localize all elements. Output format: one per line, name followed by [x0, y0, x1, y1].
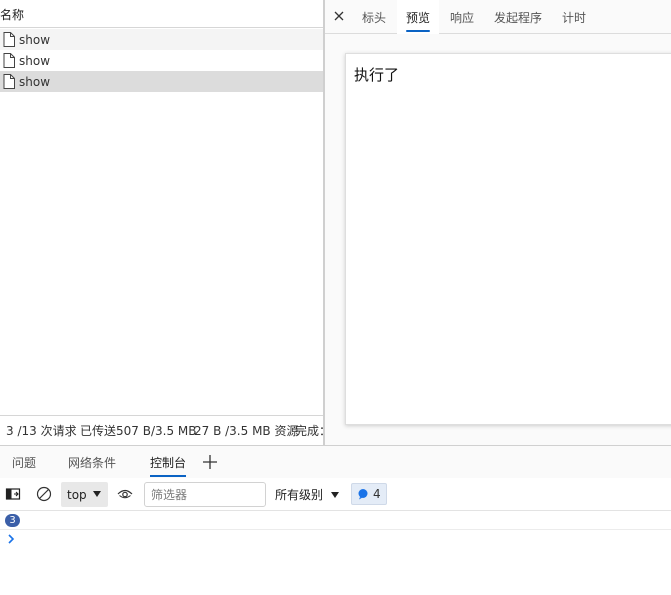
console-output: 3 — [0, 511, 671, 595]
caret-down-icon — [93, 491, 101, 497]
name-column-header[interactable]: 名称 — [0, 0, 323, 28]
tab-headers[interactable]: 标头 — [357, 0, 391, 34]
tab-network-conditions[interactable]: 网络条件 — [68, 446, 116, 478]
message-icon — [358, 489, 368, 500]
request-row-selected[interactable]: show — [0, 71, 323, 92]
console-message: 3 — [0, 511, 671, 530]
request-list-panel: 名称 show show show 3 /13 次请求 已传送507 B/3.5… — [0, 0, 323, 441]
file-icon — [3, 53, 15, 68]
file-icon — [3, 74, 15, 89]
tab-issues[interactable]: 问题 — [12, 446, 36, 478]
preview-text: 执行了 — [354, 66, 400, 84]
log-level-selector[interactable]: 所有级别 — [275, 482, 347, 507]
request-name: show — [19, 53, 51, 68]
sidebar-toggle-icon[interactable] — [5, 486, 21, 502]
network-summary-bar: 3 /13 次请求 已传送507 B/3.5 MB 27 B /3.5 MB 资… — [0, 415, 323, 441]
tab-preview[interactable]: 预览 — [397, 0, 440, 34]
close-icon[interactable] — [331, 8, 347, 24]
tab-initiator[interactable]: 发起程序 — [489, 0, 547, 34]
caret-down-icon — [331, 492, 339, 498]
transferred-size: 已传送507 B/3.5 MB — [80, 424, 197, 438]
request-row[interactable]: show — [0, 50, 323, 71]
tab-console[interactable]: 控制台 — [150, 446, 187, 478]
filter-input[interactable] — [144, 482, 266, 507]
clear-console-icon[interactable] — [36, 486, 52, 502]
name-column-label: 名称 — [0, 8, 25, 22]
request-name: show — [19, 32, 51, 47]
request-count: 3 /13 次请求 — [6, 424, 77, 438]
tab-response[interactable]: 响应 — [445, 0, 479, 34]
file-icon — [3, 32, 15, 47]
request-name: show — [19, 74, 51, 89]
issues-count: 4 — [373, 487, 381, 501]
repeat-count-badge: 3 — [5, 514, 20, 527]
console-toolbar: top 所有级别 4 — [0, 478, 671, 511]
chevron-right-icon — [8, 534, 15, 544]
plus-icon[interactable] — [201, 453, 219, 471]
finish-time: 完成： — [295, 424, 323, 438]
preview-content: 执行了 — [345, 53, 671, 425]
detail-tab-bar: 标头 预览 响应 发起程序 计时 — [325, 0, 671, 34]
eye-icon[interactable] — [117, 486, 133, 502]
drawer-tab-bar: 问题 网络条件 控制台 — [0, 446, 671, 478]
log-level-value: 所有级别 — [275, 488, 324, 502]
console-prompt[interactable] — [0, 531, 671, 549]
resources-size: 27 B /3.5 MB 资源 — [194, 424, 299, 438]
tab-timing[interactable]: 计时 — [557, 0, 591, 34]
context-value: top — [67, 487, 87, 502]
request-detail-panel: 标头 预览 响应 发起程序 计时 执行了 — [325, 0, 671, 445]
issues-counter-button[interactable]: 4 — [351, 483, 387, 505]
context-selector[interactable]: top — [61, 482, 108, 507]
request-row[interactable]: show — [0, 29, 323, 50]
